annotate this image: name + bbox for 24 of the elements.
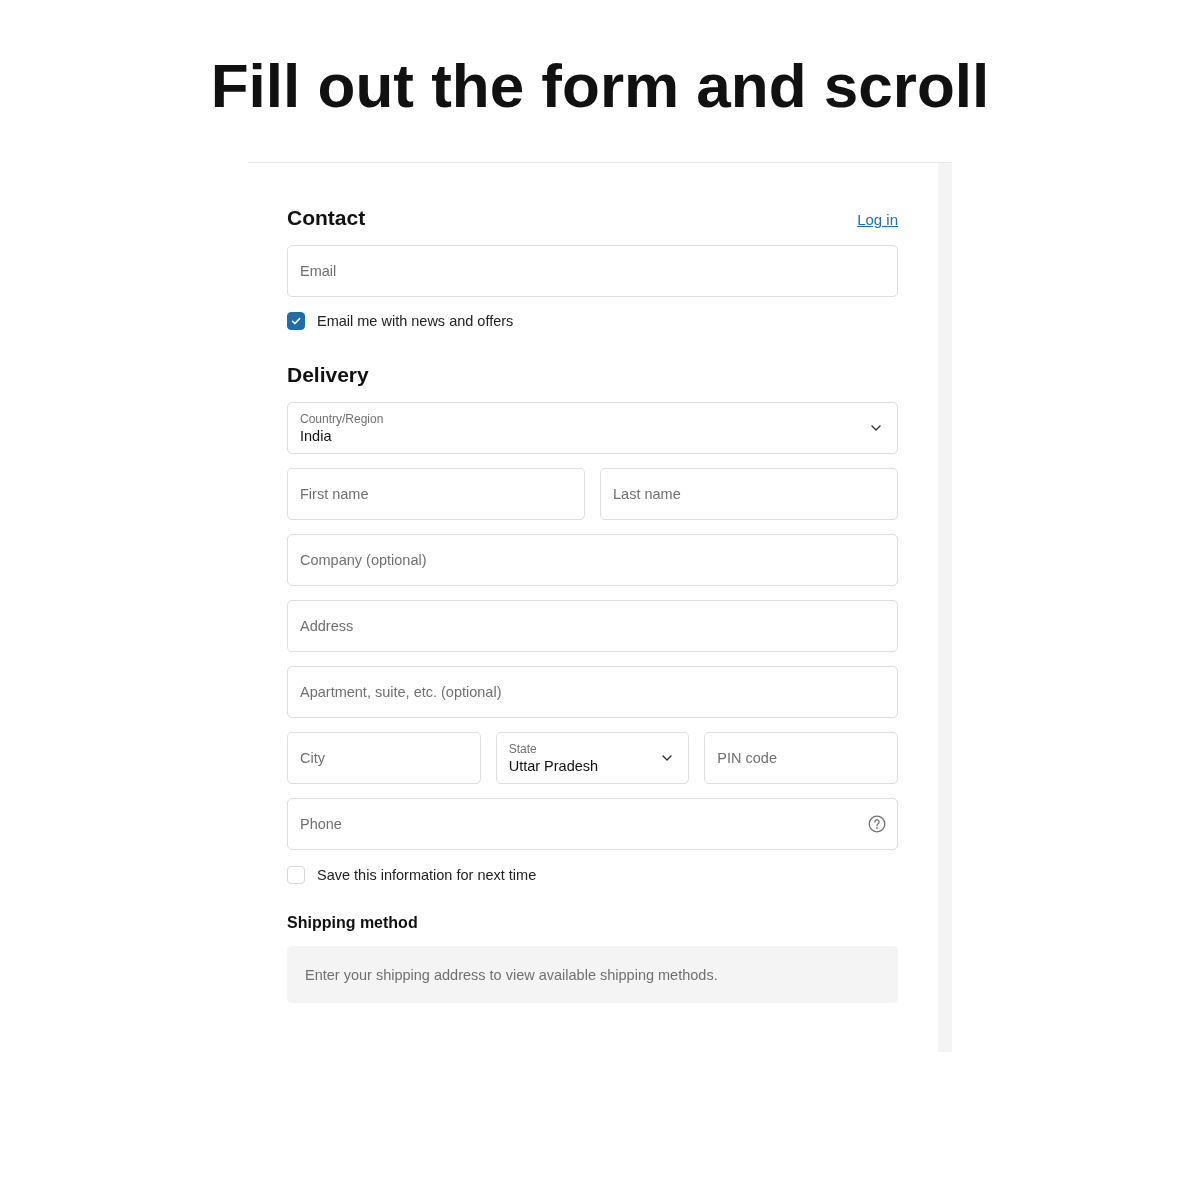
page-caption: Fill out the form and scroll xyxy=(209,50,991,112)
input-field[interactable]: First name xyxy=(287,468,585,520)
input-field[interactable]: PIN code xyxy=(704,732,898,784)
input-field[interactable]: Address xyxy=(287,600,898,652)
login-link[interactable]: Log in xyxy=(857,211,898,228)
phone-field[interactable]: Phone xyxy=(287,798,898,850)
email-field[interactable]: Email xyxy=(287,245,898,297)
help-icon[interactable] xyxy=(868,815,886,833)
section-heading: Shipping method xyxy=(287,914,419,932)
section-heading: Contact xyxy=(287,205,366,231)
checkbox-label: Save this information for next time xyxy=(317,867,537,883)
input-field[interactable]: Company (optional) xyxy=(287,534,898,586)
input-field[interactable]: Apartment, suite, etc. (optional) xyxy=(287,666,898,718)
checkmark-icon xyxy=(290,315,302,327)
chevron-down-icon xyxy=(662,755,673,761)
input-field[interactable]: City xyxy=(287,732,481,784)
shipping-notice: Enter your shipping address to view available shipping methods. xyxy=(287,946,898,1003)
checkbox-label: Email me with news and offers xyxy=(317,313,514,329)
chevron-down-icon xyxy=(871,425,881,431)
section-heading: Delivery xyxy=(287,362,370,388)
select-field[interactable]: State Uttar Pradesh xyxy=(495,732,690,784)
input-field[interactable]: Last name xyxy=(600,468,898,520)
checkbox[interactable] xyxy=(287,312,305,330)
select-field[interactable]: Country/Region India xyxy=(287,402,898,454)
